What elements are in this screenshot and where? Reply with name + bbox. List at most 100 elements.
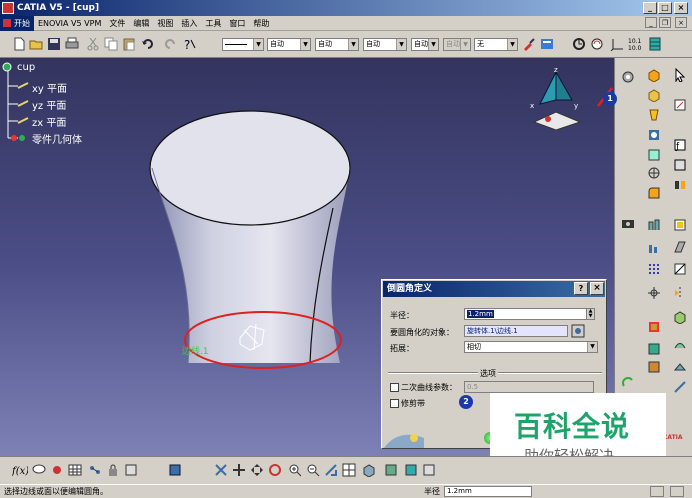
layer-combo[interactable]: 自动 ▼ <box>411 38 439 51</box>
surface-icon[interactable] <box>673 338 687 352</box>
new-icon[interactable] <box>12 37 26 51</box>
tree-root-cup[interactable]: cup <box>17 62 35 73</box>
close-button[interactable]: × <box>674 2 688 14</box>
status-button-1[interactable] <box>650 486 664 497</box>
fly-mode-icon[interactable] <box>572 37 586 51</box>
measure-icon[interactable] <box>647 218 661 232</box>
compass-icon[interactable]: z x y <box>526 64 586 130</box>
tree-item-yz-plane[interactable]: yz 平面 <box>32 97 66 112</box>
dialog-close-button[interactable]: × <box>590 282 604 295</box>
doc-close-button[interactable]: × <box>675 17 687 28</box>
tree-item-part-body[interactable]: 零件几何体 <box>32 131 82 146</box>
status-button-2[interactable] <box>670 486 684 497</box>
rotate-icon[interactable] <box>590 37 604 51</box>
shaft-icon[interactable] <box>647 108 661 122</box>
pad-icon[interactable] <box>647 68 661 82</box>
line-type-combo[interactable]: ▼ <box>222 38 264 51</box>
close-surface-icon[interactable] <box>647 342 661 356</box>
multi-view-icon[interactable] <box>342 463 356 477</box>
open-icon[interactable] <box>29 37 43 51</box>
axis-system-icon[interactable] <box>610 37 624 51</box>
menu-insert[interactable]: 插入 <box>177 16 201 31</box>
knowledge-icon[interactable] <box>50 463 64 477</box>
pattern-icon[interactable] <box>647 262 661 276</box>
style-combo[interactable]: 自动 ▼ <box>443 38 471 51</box>
zoom-out-icon[interactable] <box>306 463 320 477</box>
properties-icon[interactable] <box>540 37 554 51</box>
conic-input[interactable]: 0.5 <box>464 381 594 393</box>
menu-enovia[interactable]: ENOVIA V5 VPM <box>34 16 105 31</box>
select-arrow-icon[interactable] <box>673 68 687 82</box>
cut-icon[interactable] <box>86 37 100 51</box>
status-param-input[interactable]: 1.2mm <box>444 486 532 497</box>
minimize-button[interactable]: _ <box>643 2 657 14</box>
publication-icon[interactable] <box>124 463 138 477</box>
workbench-icon[interactable] <box>168 463 182 477</box>
menu-help[interactable]: 帮助 <box>249 16 273 31</box>
tree-item-xy-plane[interactable]: xy 平面 <box>32 80 67 95</box>
tree-item-zx-plane[interactable]: zx 平面 <box>32 114 66 129</box>
render-combo[interactable]: 无 ▼ <box>474 38 518 51</box>
doc-restore-button[interactable]: ❐ <box>659 17 671 28</box>
menu-view[interactable]: 视图 <box>153 16 177 31</box>
whats-this-icon[interactable]: ? <box>183 37 197 51</box>
print-icon[interactable] <box>65 37 79 51</box>
objects-field[interactable]: 旋转体.1\边线.1 <box>464 325 568 337</box>
dimension-icon[interactable] <box>673 158 687 172</box>
multi-select-icon[interactable] <box>571 324 585 338</box>
paint-brush-icon[interactable] <box>522 37 536 51</box>
conic-checkbox[interactable] <box>390 383 399 392</box>
sketch-icon[interactable] <box>673 98 687 112</box>
help-button[interactable]: ? <box>574 282 588 295</box>
bodies-icon[interactable] <box>673 178 687 192</box>
fit-all-icon[interactable] <box>214 463 228 477</box>
zoom-in-icon[interactable] <box>288 463 302 477</box>
scan-icon[interactable] <box>647 320 661 334</box>
move-icon[interactable] <box>250 463 264 477</box>
lock-icon[interactable] <box>106 463 120 477</box>
cup-model[interactable] <box>140 108 360 378</box>
menu-file[interactable]: 文件 <box>105 16 129 31</box>
thick-surface-icon[interactable] <box>673 360 687 374</box>
thickness-combo[interactable]: 自动 ▼ <box>315 38 359 51</box>
draft-icon[interactable] <box>673 240 687 254</box>
mirror-icon[interactable] <box>673 286 687 300</box>
menu-edit[interactable]: 编辑 <box>129 16 153 31</box>
radius-input[interactable]: 1.2mm <box>464 308 594 320</box>
shading-icon[interactable] <box>384 463 398 477</box>
update-icon[interactable] <box>621 376 635 390</box>
undo-icon[interactable] <box>141 37 155 51</box>
axis-icon[interactable] <box>647 286 661 300</box>
radius-spinner[interactable]: ▲ ▼ <box>586 308 595 320</box>
comment-icon[interactable] <box>32 463 46 477</box>
doc-minimize-button[interactable]: _ <box>645 17 657 28</box>
maximize-button[interactable]: □ <box>658 2 672 14</box>
redo-icon[interactable] <box>163 37 177 51</box>
sew-surface-icon[interactable] <box>647 360 661 374</box>
menu-start[interactable]: 开始 <box>0 16 34 31</box>
hole-icon[interactable] <box>647 128 661 142</box>
linetype-combo[interactable]: 自动 ▼ <box>363 38 407 51</box>
menu-window[interactable]: 窗口 <box>225 16 249 31</box>
camera-icon[interactable] <box>621 216 635 230</box>
pocket-icon[interactable] <box>647 88 661 102</box>
pan-icon[interactable] <box>232 463 246 477</box>
remove-face-icon[interactable] <box>673 310 687 324</box>
gear-icon[interactable] <box>621 70 635 84</box>
normal-view-icon[interactable] <box>324 463 338 477</box>
swap-space-icon[interactable] <box>422 463 436 477</box>
thickness-icon[interactable] <box>673 262 687 276</box>
shell-icon[interactable] <box>673 218 687 232</box>
analysis-icon[interactable] <box>647 242 661 256</box>
color-combo[interactable]: 自动 ▼ <box>267 38 311 51</box>
constraint-icon[interactable]: ƒ <box>673 138 687 152</box>
point-icon[interactable] <box>647 166 661 180</box>
copy-icon[interactable] <box>104 37 118 51</box>
save-icon[interactable] <box>47 37 61 51</box>
fillet-icon[interactable] <box>647 186 661 200</box>
table-icon[interactable] <box>68 463 82 477</box>
iso-view-icon[interactable] <box>362 463 376 477</box>
rotate-view-icon[interactable] <box>268 463 282 477</box>
paste-icon[interactable] <box>122 37 136 51</box>
trim-ribbons-checkbox[interactable] <box>390 399 399 408</box>
